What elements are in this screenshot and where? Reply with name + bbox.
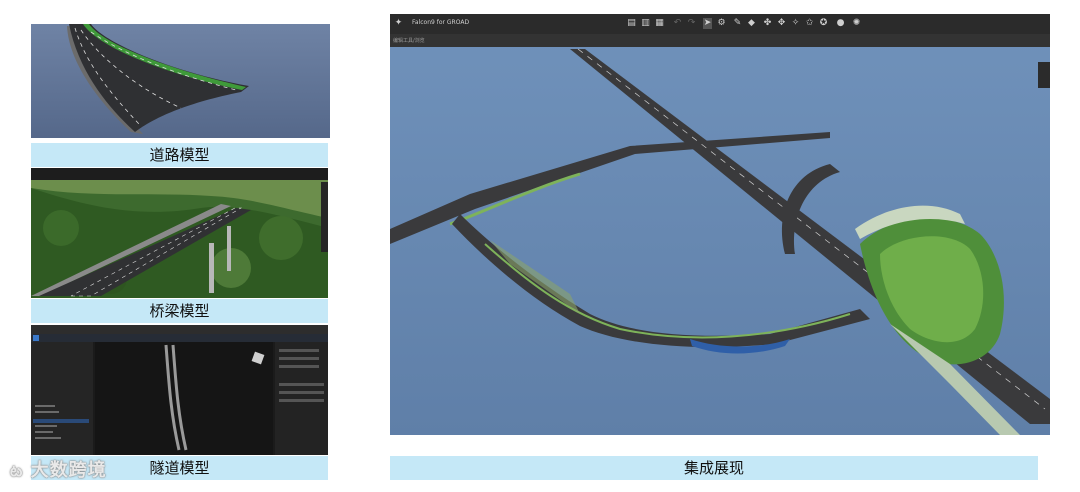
tool-d-icon[interactable]: ✩ [805, 18, 814, 29]
shape-icon[interactable]: ◆ [747, 18, 756, 29]
select-icon[interactable]: ➤ [703, 18, 712, 29]
watermark-logo-icon: ట [10, 461, 24, 480]
pen-icon[interactable]: ✎ [733, 18, 742, 29]
app-subtitle: 编辑工具/浏览 [393, 38, 425, 44]
tunnel-model-image [31, 325, 328, 455]
integrated-caption: 集成展现 [390, 456, 1038, 480]
road-model-image [31, 24, 330, 138]
gear-icon[interactable]: ⚙ [717, 18, 726, 29]
app-toolbar: ✦ Falcon9 for GROAD ▤ ▥ ▦ ↶ ↷ ➤ ⚙ ✎ ◆ ✤ … [390, 14, 1050, 34]
tool-a-icon[interactable]: ✤ [763, 18, 772, 29]
app-title: Falcon9 for GROAD [412, 19, 470, 26]
road-model-caption: 道路模型 [31, 143, 328, 167]
watermark: ట 大数跨境 [10, 456, 107, 484]
open-icon[interactable]: ▤ [627, 18, 636, 29]
undo-icon[interactable]: ↶ [673, 18, 682, 29]
bridge-model-image [31, 168, 328, 298]
watermark-text: 大数跨境 [30, 460, 107, 481]
tool-c-icon[interactable]: ✧ [791, 18, 800, 29]
app-logo-icon: ✦ [394, 18, 403, 28]
bridge-model-caption: 桥梁模型 [31, 299, 328, 323]
export-icon[interactable]: ▦ [655, 18, 664, 29]
settings-icon[interactable]: ✺ [852, 18, 861, 29]
integrated-app-window: ✦ Falcon9 for GROAD ▤ ▥ ▦ ↶ ↷ ➤ ⚙ ✎ ◆ ✤ … [390, 14, 1050, 435]
save-icon[interactable]: ▥ [641, 18, 650, 29]
redo-icon[interactable]: ↷ [687, 18, 696, 29]
light-icon[interactable]: ● [836, 18, 845, 29]
tool-e-icon[interactable]: ✪ [819, 18, 828, 29]
tool-b-icon[interactable]: ✥ [777, 18, 786, 29]
app-status-bar: 编辑工具/浏览 [390, 34, 1050, 47]
